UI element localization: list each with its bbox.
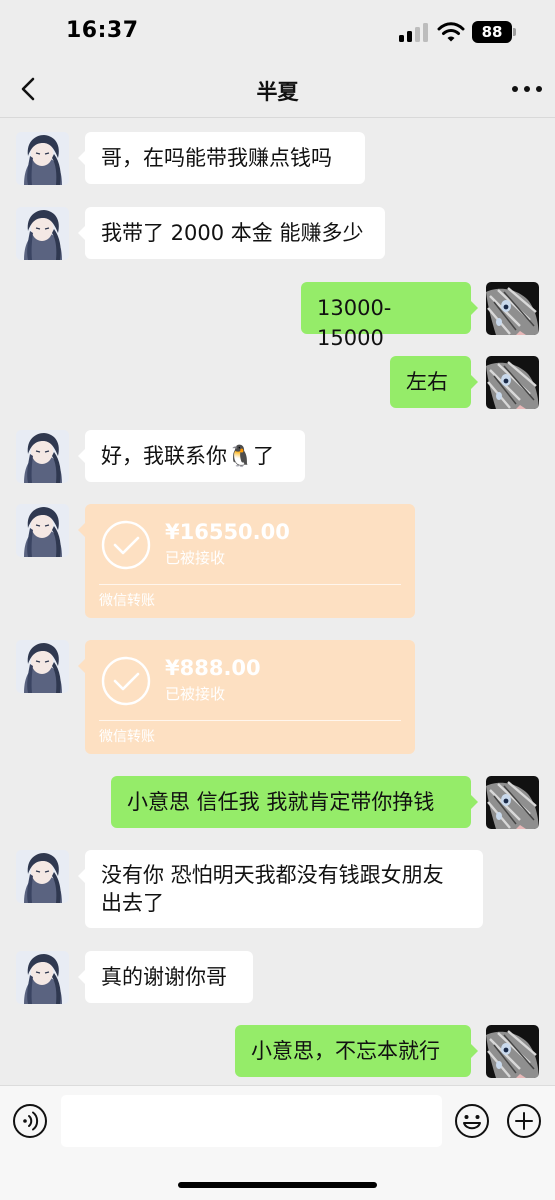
- home-indicator: [178, 1182, 377, 1188]
- transfer-amount: ¥888.00: [165, 656, 261, 680]
- message-bubble[interactable]: 小意思，不忘本就行: [235, 1025, 478, 1077]
- my-avatar[interactable]: [486, 776, 539, 829]
- contact-avatar[interactable]: [16, 132, 69, 185]
- voice-icon[interactable]: [12, 1103, 48, 1139]
- battery-cap: [513, 28, 516, 36]
- transfer-label: 微信转账: [99, 729, 155, 745]
- transfer-divider: [99, 584, 401, 585]
- message-text-suffix: 了: [253, 444, 275, 468]
- wifi-icon: [437, 22, 465, 42]
- message-bubble[interactable]: 哥，在吗能带我赚点钱吗: [78, 132, 365, 184]
- my-avatar[interactable]: [486, 1025, 539, 1078]
- message-text: 小意思 信任我 我就肯定带你挣钱: [127, 790, 435, 814]
- transfer-divider: [99, 720, 401, 721]
- chat-header: 半夏: [0, 62, 555, 118]
- message-text: 好，我联系你: [101, 444, 227, 468]
- check-circle-icon: [101, 656, 151, 706]
- message-bubble[interactable]: 左右: [390, 356, 478, 408]
- transfer-amount: ¥16550.00: [165, 520, 290, 544]
- plus-icon[interactable]: [506, 1103, 542, 1139]
- contact-avatar[interactable]: [16, 207, 69, 260]
- contact-avatar[interactable]: [16, 640, 69, 693]
- contact-avatar[interactable]: [16, 430, 69, 483]
- contact-avatar[interactable]: [16, 850, 69, 903]
- my-avatar[interactable]: [486, 356, 539, 409]
- status-time: 16:37: [66, 18, 139, 43]
- message-bubble[interactable]: 13000-15000: [301, 282, 478, 350]
- message-text-line: 出去了: [101, 891, 164, 915]
- check-circle-icon: [101, 520, 151, 570]
- message-text: 真的谢谢你哥: [101, 965, 227, 989]
- transfer-status: 已被接收: [165, 549, 226, 567]
- battery-level: 88: [472, 21, 512, 43]
- message-bubble[interactable]: 真的谢谢你哥: [78, 951, 253, 1003]
- message-text: 左右: [406, 370, 448, 394]
- message-input[interactable]: [61, 1095, 442, 1147]
- penguin-emoji: 🐧: [227, 444, 254, 468]
- transfer-card[interactable]: ¥888.00 已被接收 微信转账: [78, 640, 415, 754]
- message-text-line: 没有你 恐怕明天我都没有钱跟女朋友: [101, 863, 444, 887]
- transfer-card[interactable]: ¥16550.00 已被接收 微信转账: [78, 504, 415, 618]
- message-text: 我带了 2000 本金 能赚多少: [101, 221, 364, 245]
- message-bubble[interactable]: 没有你 恐怕明天我都没有钱跟女朋友 出去了: [78, 850, 483, 928]
- message-text: 小意思，不忘本就行: [251, 1039, 440, 1063]
- transfer-label: 微信转账: [99, 593, 155, 609]
- transfer-status: 已被接收: [165, 685, 226, 703]
- message-text: 哥，在吗能带我赚点钱吗: [101, 146, 332, 170]
- status-bar: 16:37 88: [0, 0, 555, 62]
- ellipsis-icon[interactable]: [509, 76, 545, 102]
- message-bubble[interactable]: 我带了 2000 本金 能赚多少: [78, 207, 385, 259]
- my-avatar[interactable]: [486, 282, 539, 335]
- message-bubble[interactable]: 好，我联系你🐧了: [78, 430, 305, 482]
- contact-avatar[interactable]: [16, 504, 69, 557]
- message-text: 13000-15000: [317, 296, 392, 350]
- contact-avatar[interactable]: [16, 951, 69, 1004]
- chat-title: 半夏: [256, 80, 299, 104]
- cellular-signal-icon: [399, 22, 429, 42]
- message-bubble[interactable]: 小意思 信任我 我就肯定带你挣钱: [111, 776, 478, 828]
- smiley-icon[interactable]: [454, 1103, 490, 1139]
